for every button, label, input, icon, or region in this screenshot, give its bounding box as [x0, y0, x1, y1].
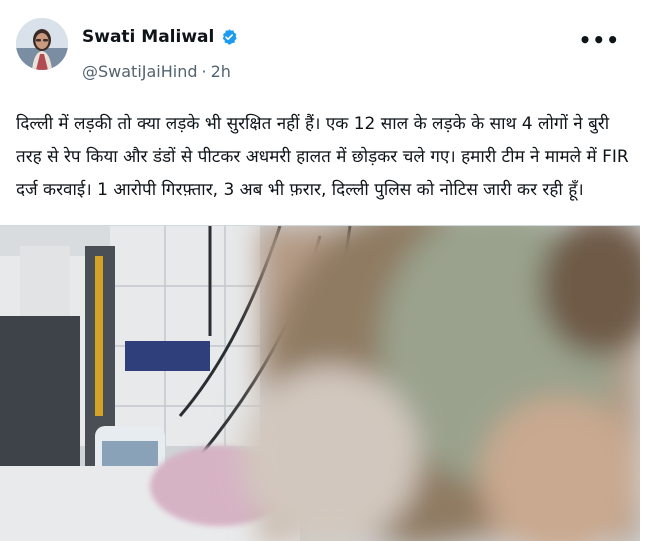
- author-name-row[interactable]: Swati Maliwal: [82, 27, 238, 47]
- verified-badge-icon: [223, 29, 238, 45]
- author-meta: @SwatiJaiHind · 2h: [82, 62, 231, 81]
- tweet-card: Swati Maliwal @SwatiJaiHind · 2h ••• दिल…: [0, 0, 650, 541]
- avatar[interactable]: [16, 18, 68, 70]
- tweet-header: Swati Maliwal @SwatiJaiHind · 2h •••: [0, 0, 650, 100]
- tweet-media-image[interactable]: [0, 225, 640, 541]
- tweet-timestamp[interactable]: 2h: [211, 62, 231, 81]
- more-options-icon[interactable]: •••: [579, 28, 620, 52]
- author-handle[interactable]: @SwatiJaiHind: [82, 62, 198, 81]
- meta-separator: ·: [201, 62, 207, 81]
- author-display-name[interactable]: Swati Maliwal: [82, 27, 214, 47]
- tweet-text: दिल्ली में लड़की तो क्या लड़के भी सुरक्ष…: [16, 114, 635, 200]
